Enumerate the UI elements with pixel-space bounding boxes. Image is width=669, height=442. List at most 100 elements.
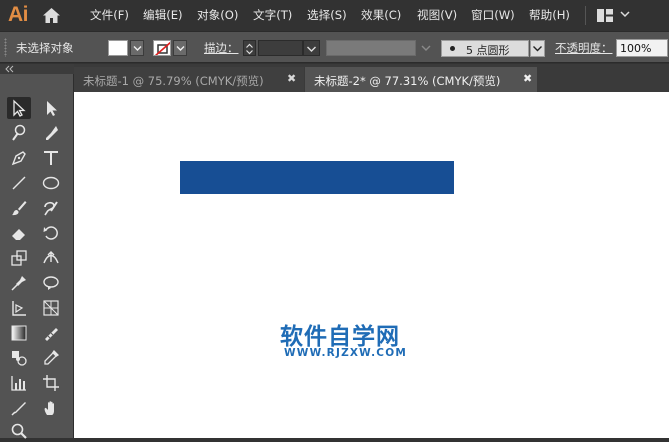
collapse-panel-icon[interactable] <box>5 65 14 73</box>
scale-tool[interactable] <box>7 247 31 269</box>
menu-edit[interactable]: 编辑(E) <box>143 7 183 23</box>
zoom-tool[interactable] <box>7 420 31 442</box>
chevron-down-icon <box>133 46 142 51</box>
gradient-tool[interactable] <box>7 322 31 344</box>
stroke-dropdown[interactable] <box>173 40 187 56</box>
menu-file[interactable]: 文件(F) <box>90 7 129 23</box>
menu-view[interactable]: 视图(V) <box>417 7 457 23</box>
opacity-label[interactable]: 不透明度： <box>555 40 613 56</box>
shape-builder-tool[interactable] <box>7 297 31 319</box>
menu-separator <box>585 6 586 25</box>
eyedropper-tool[interactable] <box>39 347 63 369</box>
workspace-layout-icon[interactable] <box>597 9 613 22</box>
tools-panel <box>0 64 74 439</box>
artboard-tool[interactable] <box>39 372 63 394</box>
stroke-weight-stepper[interactable] <box>243 40 256 56</box>
perspective-grid-tool[interactable] <box>39 297 63 319</box>
direct-selection-tool[interactable] <box>39 97 63 119</box>
direct-selection-tool-icon <box>47 101 57 116</box>
slice-tool-icon <box>11 402 26 416</box>
tab-document-2[interactable]: 未标题-2* @ 77.31% (CMYK/预览) ✖ <box>305 67 537 92</box>
pen-tool[interactable] <box>7 147 31 169</box>
pen-tool-icon <box>11 151 26 166</box>
paintbrush-tool-icon <box>12 201 27 216</box>
magic-wand-tool[interactable] <box>7 122 31 144</box>
puppet-warp-tool-icon <box>11 276 26 291</box>
fill-dropdown[interactable] <box>130 40 144 56</box>
stroke-swatch[interactable] <box>153 40 171 56</box>
watermark-title: 软件自学网 <box>280 324 400 350</box>
opacity-input[interactable]: 100% <box>616 39 668 57</box>
fill-swatch[interactable] <box>108 40 128 56</box>
selection-tool[interactable] <box>7 97 31 119</box>
blob-brush-tool-icon <box>44 201 58 216</box>
selection-tool-icon <box>13 99 26 117</box>
slice-tool[interactable] <box>7 397 31 419</box>
eraser-tool-icon <box>12 229 25 240</box>
free-transform-tool-icon <box>43 276 59 290</box>
hand-tool-icon <box>44 401 54 415</box>
no-stroke-icon <box>154 41 170 55</box>
stroke-weight-dropdown[interactable] <box>303 40 320 56</box>
shape-builder-tool-icon <box>12 301 26 316</box>
eraser-tool[interactable] <box>7 222 31 244</box>
variable-width-profile[interactable] <box>326 40 416 56</box>
lasso-tool[interactable] <box>39 122 63 144</box>
hand-tool[interactable] <box>39 397 63 419</box>
document-tab-bar: 未标题-1 @ 75.79% (CMYK/预览) ✖ 未标题-2* @ 77.3… <box>74 64 669 92</box>
lasso-tool-icon <box>46 126 58 140</box>
line-tool[interactable] <box>7 172 31 194</box>
gradient-tool-icon <box>11 325 27 341</box>
type-tool[interactable] <box>39 147 63 169</box>
line-tool-icon <box>12 176 26 190</box>
rotate-tool[interactable] <box>39 222 63 244</box>
chevron-down-icon <box>307 46 316 52</box>
chevron-down-icon <box>533 46 542 52</box>
brush-label: 5 点圆形 <box>466 44 510 57</box>
close-icon[interactable]: ✖ <box>287 72 296 85</box>
column-graph-tool[interactable] <box>7 372 31 394</box>
ellipse-tool[interactable] <box>39 172 63 194</box>
stroke-label[interactable]: 描边： <box>204 40 239 56</box>
artboard-tool-icon <box>43 375 59 391</box>
artboard-canvas[interactable]: 软件自学网 WWW.RJZXW.COM <box>74 92 669 438</box>
selection-status: 未选择对象 <box>16 41 74 55</box>
tools-panel-header <box>0 64 74 74</box>
stroke-weight-input[interactable] <box>258 40 303 56</box>
zoom-tool-icon <box>11 423 27 439</box>
column-graph-tool-icon <box>11 376 26 391</box>
blend-tool-icon <box>12 351 27 366</box>
menu-object[interactable]: 对象(O) <box>197 7 238 23</box>
menu-type[interactable]: 文字(T) <box>253 7 292 23</box>
brush-dropdown[interactable] <box>530 40 545 57</box>
type-tool-icon <box>44 151 58 165</box>
watermark-url: WWW.RJZXW.COM <box>284 347 407 359</box>
width-tool[interactable] <box>39 247 63 269</box>
blob-brush-tool[interactable] <box>39 197 63 219</box>
chevron-down-icon[interactable] <box>620 9 630 19</box>
stepper-arrows-icon <box>246 43 253 55</box>
tab-document-1[interactable]: 未标题-1 @ 75.79% (CMYK/预览) ✖ <box>74 67 304 92</box>
menu-bar: Ai 文件(F) 编辑(E) 对象(O) 文字(T) 选择(S) 效果(C) 视… <box>0 0 669 31</box>
chevron-down-icon[interactable] <box>418 40 434 56</box>
control-bar: 未选择对象 描边： 5 点圆形 不透明度： 100% <box>0 31 669 63</box>
home-icon[interactable] <box>42 7 61 24</box>
tab-label: 未标题-2* @ 77.31% (CMYK/预览) <box>314 74 501 88</box>
brush-definition[interactable]: 5 点圆形 <box>441 40 529 57</box>
panel-grip[interactable] <box>4 38 7 57</box>
menu-select[interactable]: 选择(S) <box>307 7 347 23</box>
paintbrush-tool[interactable] <box>7 197 31 219</box>
rotate-tool-icon <box>43 226 58 240</box>
blend-tool[interactable] <box>7 347 31 369</box>
close-icon[interactable]: ✖ <box>523 72 532 85</box>
blue-rectangle-object[interactable] <box>180 161 454 194</box>
menu-effect[interactable]: 效果(C) <box>361 7 401 23</box>
scale-tool-icon <box>11 250 27 266</box>
puppet-warp-tool[interactable] <box>7 272 31 294</box>
mesh-tool-icon <box>45 328 58 341</box>
menu-window[interactable]: 窗口(W) <box>471 7 515 23</box>
tab-label: 未标题-1 @ 75.79% (CMYK/预览) <box>83 74 264 88</box>
free-transform-tool[interactable] <box>39 272 63 294</box>
mesh-tool[interactable] <box>39 322 63 344</box>
menu-help[interactable]: 帮助(H) <box>529 7 570 23</box>
